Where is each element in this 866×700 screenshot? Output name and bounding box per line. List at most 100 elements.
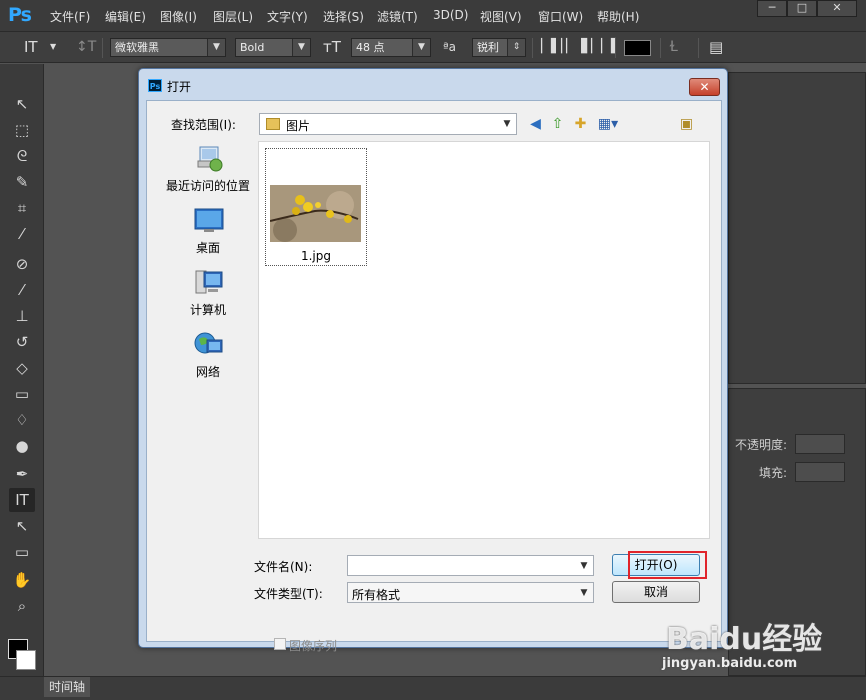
font-size-value: 48 点 [356,41,385,54]
pen-tool-icon[interactable]: ✒ [9,462,35,486]
clone-stamp-tool-icon[interactable]: ⊥ [9,304,35,328]
place-desktop[interactable]: 桌面 [160,207,256,267]
eyedropper-tool-icon[interactable]: ⁄ [9,222,35,246]
annotation-highlight-box [628,551,707,579]
filename-label: 文件名(N): [254,560,313,574]
text-color-swatch[interactable] [624,40,651,56]
up-folder-icon[interactable]: ⇧ [549,116,566,133]
image-sequence-label: 图像序列 [289,639,338,653]
filetype-value: 所有格式 [352,588,401,602]
menu-file[interactable]: 文件(F) [50,8,90,25]
healing-brush-tool-icon[interactable]: ⊘ [9,252,35,276]
recent-places-icon [197,146,223,172]
menu-layer[interactable]: 图层(L) [213,8,253,25]
maximize-button[interactable]: □ [787,0,817,17]
dialog-title-bar[interactable]: Ps 打开 ✕ [139,69,727,100]
type-tool-icon[interactable]: ⅠT [9,488,35,512]
menu-view[interactable]: 视图(V) [480,8,522,25]
fill-field[interactable] [795,462,845,482]
warp-text-icon[interactable]: Ɫ [670,37,678,57]
font-size-select[interactable]: 48 点 ▼ [351,38,431,57]
tools-panel: ↖ ⬚ ᘓ ✎ ⌗ ⁄ ⊘ ⁄ ⊥ ↺ ◇ ▭ ♢ ● ✒ ⅠT ↖ ▭ ✋ ⌕ [0,64,44,676]
brush-tool-icon[interactable]: ⁄ [9,278,35,302]
chevron-updown-icon: ⇕ [507,39,525,56]
filetype-select[interactable]: 所有格式 ▼ [347,582,594,603]
font-style-select[interactable]: Bold ▼ [235,38,311,57]
place-recent[interactable]: 最近访问的位置 [160,145,256,205]
cancel-button[interactable]: 取消 [612,581,700,603]
type-tool-icon[interactable]: ⅠT [24,37,38,57]
opacity-label: 不透明度: [735,438,788,452]
dialog-title: 打开 [167,80,192,94]
toggle-orientation-icon[interactable]: ↕T [76,37,96,57]
menu-bar: Ps 文件(F) 编辑(E) 图像(I) 图层(L) 文字(Y) 选择(S) 滤… [0,0,866,32]
antialias-select[interactable]: 锐利 ⇕ [472,38,526,57]
folder-icon [266,118,280,130]
move-tool-icon[interactable]: ↖ [9,92,35,116]
filetype-label: 文件类型(T): [254,587,323,601]
chevron-down-icon: ▼ [412,39,430,56]
menu-type[interactable]: 文字(Y) [267,8,308,25]
rectangle-tool-icon[interactable]: ▭ [9,540,35,564]
zoom-tool-icon[interactable]: ⌕ [9,594,35,618]
history-brush-tool-icon[interactable]: ↺ [9,330,35,354]
hand-tool-icon[interactable]: ✋ [9,568,35,592]
place-network[interactable]: 网络 [160,331,256,391]
back-icon[interactable]: ◀ [527,116,544,133]
quick-select-tool-icon[interactable]: ✎ [9,170,35,194]
chevron-down-icon: ▼ [580,561,588,571]
view-menu-icon[interactable]: ▦▾ [595,116,621,133]
place-computer[interactable]: 计算机 [160,269,256,329]
watermark-url: jingyan.baidu.com [662,656,798,671]
menu-3d[interactable]: 3D(D) [433,8,468,22]
filename-input[interactable]: ▼ [347,555,594,576]
menu-help[interactable]: 帮助(H) [597,8,639,25]
computer-icon [195,270,223,294]
tool-preset-arrow-icon[interactable]: ▼ [50,37,56,57]
minimize-button[interactable]: ─ [757,0,787,17]
file-item[interactable]: 1.jpg [265,148,367,266]
crop-tool-icon[interactable]: ⌗ [9,196,35,220]
timeline-tab[interactable]: 时间轴 [44,677,90,697]
path-selection-tool-icon[interactable]: ↖ [9,514,35,538]
place-computer-label: 计算机 [189,303,226,317]
new-folder-icon[interactable]: ✚ [572,116,589,133]
chevron-down-icon: ▼ [503,119,511,129]
marquee-tool-icon[interactable]: ⬚ [9,118,35,142]
lasso-tool-icon[interactable]: ᘓ [9,144,35,168]
desktop-icon [194,208,224,232]
opacity-field[interactable] [795,434,845,454]
menu-image[interactable]: 图像(I) [160,8,197,25]
open-dialog: Ps 打开 ✕ 查找范围(I): 图片 ▼ ◀ ⇧ ✚ ▦▾ ▣ 最近访问的位置 [138,68,728,653]
blur-tool-icon[interactable]: ♢ [9,408,35,432]
menu-select[interactable]: 选择(S) [323,8,364,25]
fill-label: 填充: [759,466,788,480]
antialias-icon: ªa [443,40,457,54]
gradient-tool-icon[interactable]: ▭ [9,382,35,406]
photoshop-logo: Ps [8,4,32,26]
browse-folder-icon[interactable]: ▣ [678,116,695,133]
look-in-combobox[interactable]: 图片 ▼ [259,113,517,135]
options-bar: ⅠT ▼ ↕T 微软雅黑 ▼ Bold ▼ ᴛT 48 点 ▼ ªa 锐利 ⇕ … [0,32,866,63]
file-name-label: 1.jpg [300,249,332,263]
align-right-icon[interactable]: ▏▏▌ [591,37,621,57]
menu-window[interactable]: 窗口(W) [538,8,583,25]
look-in-label: 查找范围(I): [171,118,236,132]
menu-edit[interactable]: 编辑(E) [105,8,146,25]
file-thumbnail [270,185,361,242]
separator [532,38,533,58]
dialog-body: 查找范围(I): 图片 ▼ ◀ ⇧ ✚ ▦▾ ▣ 最近访问的位置 桌面 计算机 … [146,100,722,653]
image-sequence-checkbox[interactable] [274,638,286,650]
menu-filter[interactable]: 滤镜(T) [377,8,418,25]
separator [102,38,103,58]
separator [660,38,661,58]
font-family-select[interactable]: 微软雅黑 ▼ [110,38,226,57]
character-panel-icon[interactable]: ▤ [709,37,723,57]
dodge-tool-icon[interactable]: ● [9,434,35,458]
eraser-tool-icon[interactable]: ◇ [9,356,35,380]
chevron-down-icon: ▼ [292,39,310,56]
close-app-button[interactable]: ✕ [817,0,857,17]
dialog-close-button[interactable]: ✕ [689,78,720,96]
font-family-value: 微软雅黑 [115,41,159,54]
background-color-swatch[interactable] [16,650,36,670]
